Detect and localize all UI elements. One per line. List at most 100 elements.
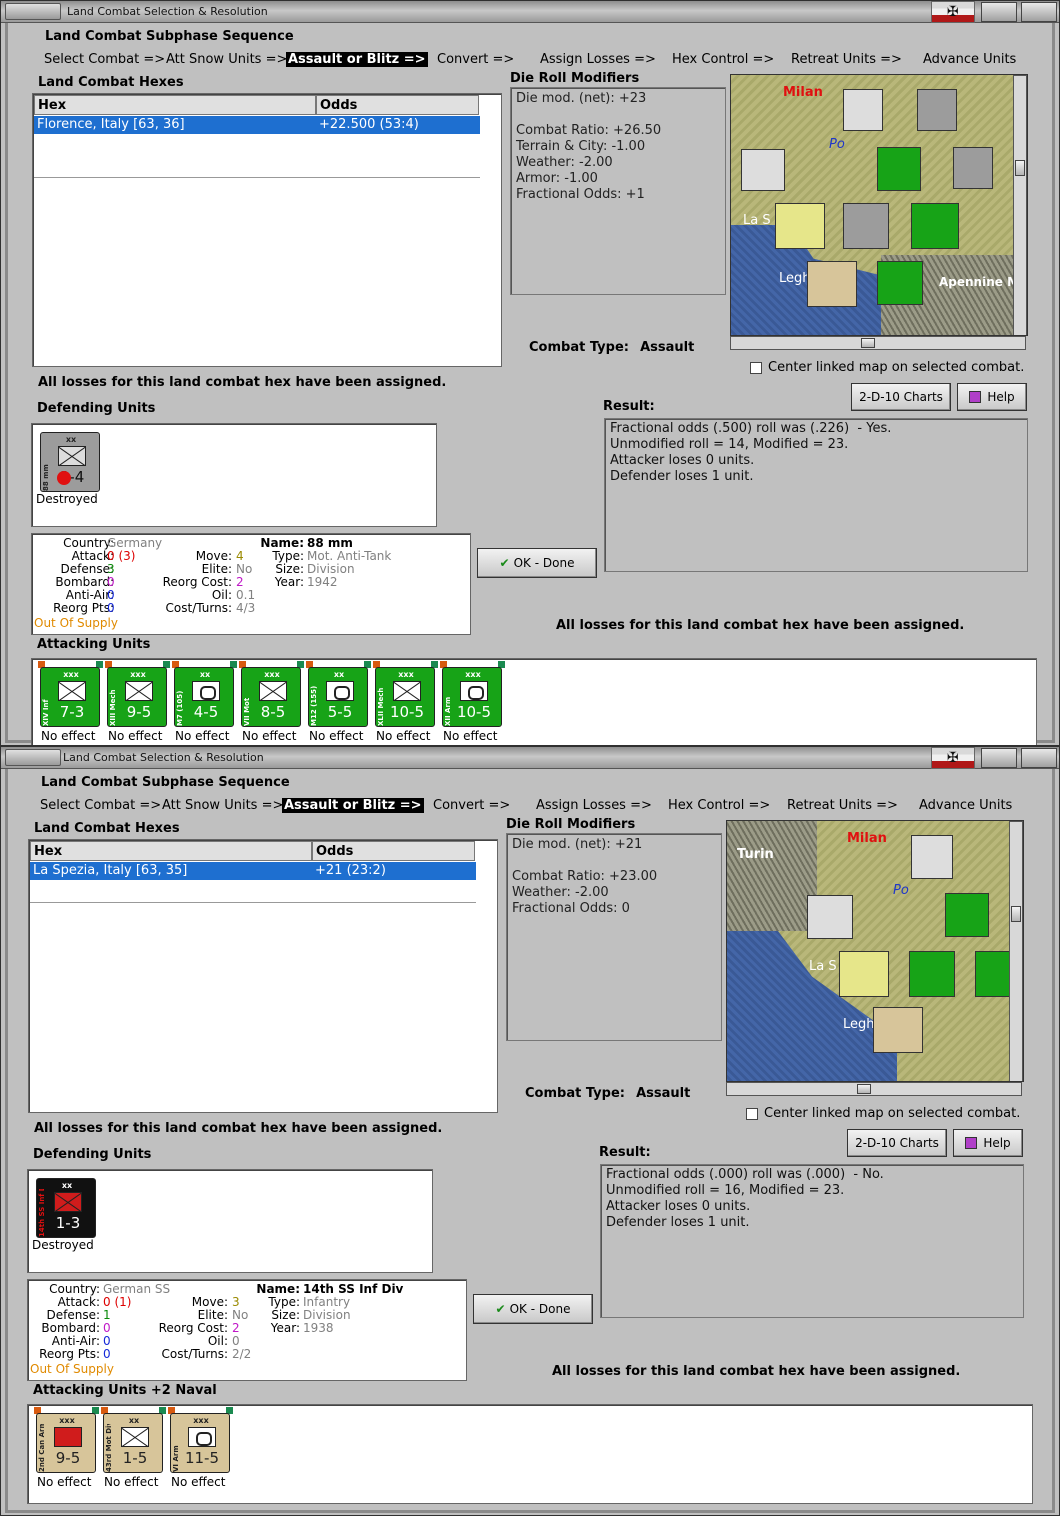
losses-message-result: All losses for this land combat hex have…	[552, 1364, 961, 1379]
unit-strength: 10-5	[389, 703, 425, 721]
center-map-checkbox[interactable]	[750, 362, 762, 374]
help-button[interactable]: Help	[957, 383, 1027, 411]
col-hex-header[interactable]: Hex	[30, 841, 312, 861]
title-bar[interactable]: Land Combat Selection & Resolution ✠	[1, 1, 1059, 23]
year-value: 1942	[307, 575, 338, 589]
year-label: Year:	[274, 575, 304, 589]
hex-row-selected[interactable]: Florence, Italy [63, 36] +22.500 (53:4)	[34, 116, 480, 134]
charts-button[interactable]: 2-D-10 Charts	[847, 1129, 947, 1157]
result-line: Defender loses 1 unit.	[606, 1215, 750, 1230]
combat-window-1: Land Combat Selection & Resolution ✠ Lan…	[0, 0, 1060, 746]
infantry-symbol-icon	[259, 681, 287, 701]
unit-size: xxx	[63, 670, 79, 679]
col-odds-header[interactable]: Odds	[312, 841, 475, 861]
unit-strength: 3-4	[59, 468, 85, 486]
result-line: Fractional odds (.000) roll was (.000) -…	[606, 1167, 884, 1182]
info-labels-col1: Country: Attack: Defense: Bombard: Anti-…	[30, 1283, 100, 1361]
hex-row-selected[interactable]: La Spezia, Italy [63, 35] +21 (23:2)	[30, 862, 476, 880]
defender-counter[interactable]: xx 14th SS Inf D. 1-3	[36, 1178, 96, 1238]
col-odds-header[interactable]: Odds	[316, 95, 479, 115]
unit-size: xxx	[130, 670, 146, 679]
center-map-checkbox[interactable]	[746, 1108, 758, 1120]
defender-counter[interactable]: xx 88 mm 3-4	[40, 432, 100, 492]
armor-symbol-icon	[192, 681, 220, 701]
unit-size: xx	[61, 1181, 73, 1190]
help-book-icon	[965, 1137, 978, 1149]
unit-strength: 9-5	[126, 703, 152, 721]
infantry-symbol-icon	[125, 681, 153, 701]
modifiers-box: Die mod. (net): +21 Combat Ratio: +23.00…	[506, 833, 722, 1041]
seq-select-combat: Select Combat =>	[40, 798, 162, 813]
list-bottom-line	[30, 902, 476, 903]
map-counter	[877, 261, 923, 305]
map-scrollbar-horizontal[interactable]	[730, 336, 1026, 350]
losses-message: All losses for this land combat hex have…	[38, 375, 447, 390]
scroll-thumb[interactable]	[861, 338, 875, 348]
seq-assault-or-blitz: Assault or Blitz =>	[286, 52, 428, 67]
german-flag-icon: ✠	[931, 1, 975, 23]
help-button[interactable]: Help	[953, 1129, 1023, 1157]
result-line: Unmodified roll = 16, Modified = 23.	[606, 1183, 845, 1198]
sequence-heading: Land Combat Subphase Sequence	[41, 775, 290, 790]
map-scrollbar-vertical[interactable]	[1009, 821, 1023, 1081]
cost-turns-label: Cost/Turns:	[165, 601, 232, 615]
map-scrollbar-vertical[interactable]	[1013, 75, 1027, 335]
seq-convert: Convert =>	[437, 52, 515, 67]
attacker-counter[interactable]: xxx XII Arm 10-5	[442, 667, 502, 727]
map-city-milan: Milan	[847, 831, 887, 846]
attacker-counter[interactable]: xxx XLII Mech 10-5	[375, 667, 435, 727]
attacker-counter[interactable]: xxx VI Arm 11-5	[170, 1413, 230, 1473]
result-heading: Result:	[603, 399, 655, 414]
unit-strength: 10-5	[456, 703, 492, 721]
info-labels-col2: Move: Elite: Reorg Cost: Oil: Cost/Turns…	[138, 1296, 228, 1361]
info-values-col2: 4 No 2 0.1 4/3	[236, 550, 255, 615]
scroll-thumb[interactable]	[1011, 906, 1021, 922]
title-bar[interactable]: Land Combat Selection & Resolution ✠	[1, 747, 1059, 769]
attacker-counter[interactable]: xxx 2nd Can Arm 9-5	[36, 1413, 96, 1473]
map-scrollbar-horizontal[interactable]	[726, 1082, 1022, 1096]
minimize-button[interactable]	[981, 2, 1017, 22]
ok-done-label: OK - Done	[509, 1302, 571, 1316]
map-region-apennine: Apennine M	[939, 275, 1020, 289]
charts-button[interactable]: 2-D-10 Charts	[851, 383, 951, 411]
minimize-button[interactable]	[981, 748, 1017, 768]
seq-select-combat: Select Combat =>	[44, 52, 166, 67]
modifier-line: Fractional Odds: +1	[516, 187, 645, 202]
close-button[interactable]	[1021, 748, 1057, 768]
seq-assign-losses: Assign Losses =>	[540, 52, 656, 67]
year-label: Year:	[270, 1321, 300, 1335]
map-city-leghorn: Legh	[843, 1017, 875, 1032]
col-hex-header[interactable]: Hex	[34, 95, 316, 115]
ok-done-button[interactable]: ✔ OK - Done	[477, 548, 597, 578]
cost-turns-value: 2/2	[232, 1347, 252, 1361]
hex-list[interactable]: Hex Odds La Spezia, Italy [63, 35] +21 (…	[28, 839, 498, 1113]
attacker-counter[interactable]: xx M12 (155) 5-5	[308, 667, 368, 727]
attacker-counter[interactable]: xxx XIV Inf 7-3	[40, 667, 100, 727]
unit-size: xxx	[59, 1416, 75, 1425]
scroll-thumb[interactable]	[857, 1084, 871, 1094]
map-counter	[843, 203, 889, 249]
close-button[interactable]	[1021, 2, 1057, 22]
hex-list[interactable]: Hex Odds Florence, Italy [63, 36] +22.50…	[32, 93, 502, 367]
supply-status: Out Of Supply	[34, 616, 118, 630]
unit-size: xxx	[398, 670, 414, 679]
help-book-icon	[969, 391, 982, 403]
window-menu-icon[interactable]	[5, 749, 61, 766]
linked-map[interactable]: Milan Po La S Legh Apennine M	[730, 74, 1028, 336]
combat-type-label: Combat Type:	[529, 340, 629, 355]
map-mountains	[727, 821, 817, 931]
attacker-counter[interactable]: xx 43rd Mot Div 1-5	[103, 1413, 163, 1473]
seq-att-snow-units: Att Snow Units =>	[166, 52, 288, 67]
attacker-counter[interactable]: xx M7 (105) 4-5	[174, 667, 234, 727]
attacker-counter[interactable]: xxx XIII Mech 9-5	[107, 667, 167, 727]
map-city-la-spezia: La S	[743, 213, 771, 228]
window-menu-icon[interactable]	[5, 3, 61, 20]
linked-map[interactable]: Milan Turin Po La S Legh	[726, 820, 1024, 1082]
ok-done-label: OK - Done	[513, 556, 575, 570]
attacker-counter[interactable]: xxx VII Mot 8-5	[241, 667, 301, 727]
scroll-thumb[interactable]	[1015, 160, 1025, 176]
ok-done-button[interactable]: ✔ OK - Done	[473, 1294, 593, 1324]
reorg-pts-label: Reorg Pts:	[39, 1347, 100, 1361]
attacker-status: No effect	[376, 729, 431, 743]
reorg-pts-label: Reorg Pts:	[53, 601, 114, 615]
